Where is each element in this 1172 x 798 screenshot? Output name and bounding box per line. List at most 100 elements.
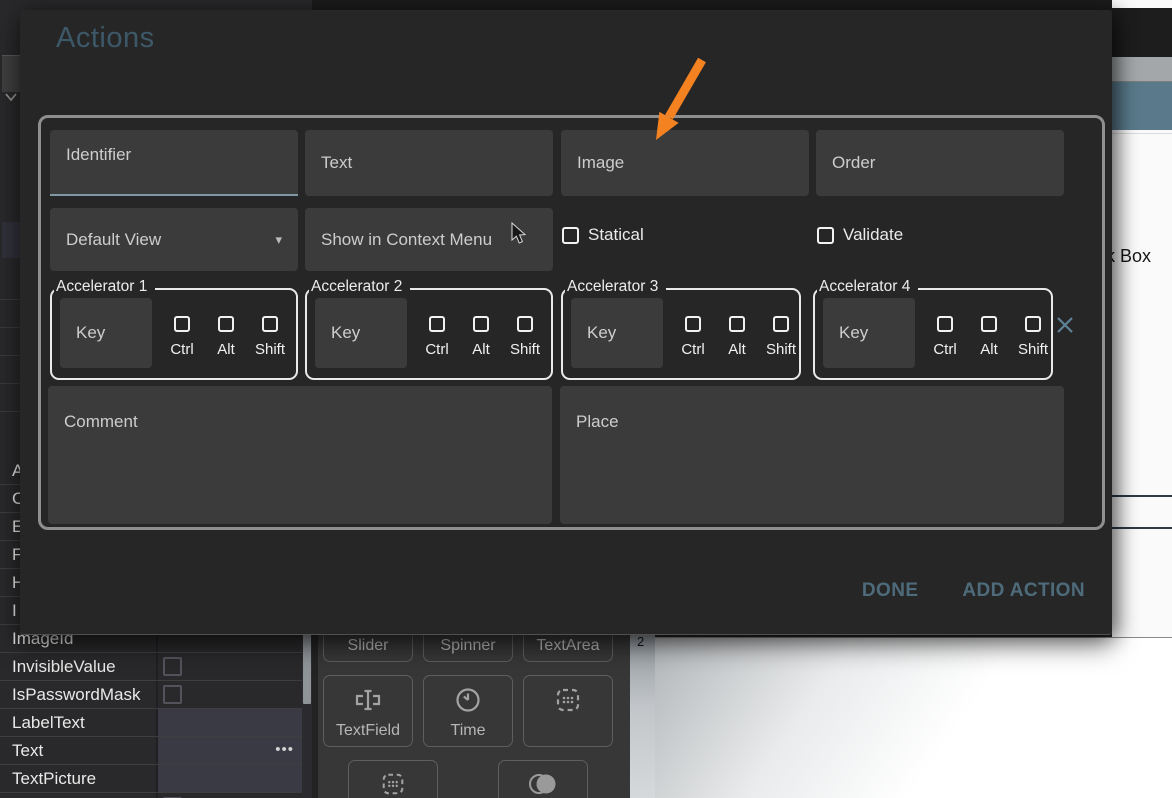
ctrl-label: Ctrl: [681, 341, 704, 358]
ctrl-checkbox[interactable]: Ctrl: [921, 316, 969, 358]
property-value-cell[interactable]: [156, 793, 302, 798]
alt-checkbox[interactable]: Alt: [202, 316, 250, 358]
statical-checkbox[interactable]: Statical: [562, 225, 644, 245]
key-field[interactable]: Key: [315, 298, 407, 368]
property-value-cell[interactable]: •••: [156, 737, 302, 764]
checkbox-icon: [685, 316, 701, 332]
property-value-cell[interactable]: [156, 681, 302, 708]
add-action-button[interactable]: ADD ACTION: [962, 580, 1085, 602]
alt-checkbox[interactable]: Alt: [457, 316, 505, 358]
key-placeholder: Key: [823, 323, 868, 343]
accelerator-group-1: Accelerator 1 Key Ctrl Alt Shift: [50, 288, 298, 380]
checkbox-icon: [218, 316, 234, 332]
text-placeholder: Text: [305, 153, 352, 173]
dialog-title: Actions: [56, 22, 155, 55]
ctrl-checkbox[interactable]: Ctrl: [669, 316, 717, 358]
shift-label: Shift: [766, 341, 796, 358]
remove-action-button[interactable]: [1054, 314, 1076, 336]
checkbox-icon: [729, 316, 745, 332]
statical-label: Statical: [588, 225, 644, 245]
ctrl-label: Ctrl: [425, 341, 448, 358]
ctrl-checkbox[interactable]: Ctrl: [158, 316, 206, 358]
toolbox-item-bottom-left[interactable]: [348, 760, 438, 798]
key-field[interactable]: Key: [571, 298, 663, 368]
checkbox-icon: [1025, 316, 1041, 332]
action-form-panel: Identifier Text Image Order Default View…: [38, 115, 1105, 530]
ctrl-label: Ctrl: [170, 341, 193, 358]
property-row-clipped[interactable]: Verify: [0, 793, 312, 798]
ellipsis-more-button[interactable]: •••: [275, 737, 294, 762]
property-row-text[interactable]: Text •••: [0, 737, 312, 765]
property-value-cell[interactable]: [156, 765, 302, 792]
checkbox-icon: [773, 316, 789, 332]
toolbox-item-time[interactable]: Time: [423, 675, 513, 747]
scrollbar-thumb[interactable]: [303, 629, 311, 704]
clock-icon: [424, 686, 512, 714]
chevron-down-icon: ▾: [275, 232, 282, 248]
accelerator-group-4: Accelerator 4 Key Ctrl Alt Shift: [813, 288, 1053, 380]
ctrl-label: Ctrl: [933, 341, 956, 358]
property-row-ispasswordmask[interactable]: IsPasswordMask: [0, 681, 312, 709]
toolbox-item-toolbar[interactable]: [523, 675, 613, 747]
property-label: LabelText: [12, 709, 85, 736]
checkbox-icon: [473, 316, 489, 332]
done-button[interactable]: DONE: [862, 580, 919, 602]
toolbox-item-label: TextArea: [524, 637, 612, 655]
accelerator-legend: Accelerator 1: [54, 278, 155, 296]
property-label: IsPasswordMask: [12, 681, 140, 708]
checkbox-icon: [817, 227, 834, 244]
alt-checkbox[interactable]: Alt: [713, 316, 761, 358]
property-label: Text: [12, 737, 43, 764]
validate-checkbox[interactable]: Validate: [817, 225, 903, 245]
checkbox-icon: [562, 227, 579, 244]
ctrl-checkbox[interactable]: Ctrl: [413, 316, 461, 358]
shift-checkbox[interactable]: Shift: [501, 316, 549, 358]
checkbox-icon[interactable]: [163, 685, 182, 704]
chevron-down-icon[interactable]: [3, 90, 19, 104]
accelerator-group-3: Accelerator 3 Key Ctrl Alt Shift: [561, 288, 801, 380]
property-row-textpicture[interactable]: TextPicture: [0, 765, 312, 793]
property-label: I: [12, 597, 17, 624]
close-icon: [1054, 314, 1076, 336]
canvas-page[interactable]: [655, 637, 1172, 798]
properties-scrollbar[interactable]: [302, 619, 312, 798]
toolbox-item-label: Slider: [324, 637, 412, 655]
actions-dialog: Actions Identifier Text Image Order Defa…: [20, 10, 1112, 635]
alt-label: Alt: [980, 341, 998, 358]
key-field[interactable]: Key: [823, 298, 915, 368]
property-row-invisiblevalue[interactable]: InvisibleValue: [0, 653, 312, 681]
accelerator-legend: Accelerator 3: [565, 278, 666, 296]
line-number: 2: [637, 634, 644, 649]
property-value-cell[interactable]: [156, 653, 302, 680]
shift-checkbox[interactable]: Shift: [757, 316, 805, 358]
alt-checkbox[interactable]: Alt: [965, 316, 1013, 358]
shift-label: Shift: [255, 341, 285, 358]
place-field[interactable]: Place: [560, 386, 1064, 524]
text-field[interactable]: Text: [305, 130, 553, 196]
comment-field[interactable]: Comment: [48, 386, 552, 524]
comment-placeholder: Comment: [48, 386, 138, 432]
toggle-circle-icon: [499, 771, 587, 797]
window-dark-block: [1112, 8, 1172, 57]
clipped-checkbox-text: k Box: [1112, 246, 1151, 267]
order-field[interactable]: Order: [816, 130, 1064, 196]
window-header-bar: [1112, 82, 1172, 130]
view-dropdown[interactable]: Default View ▾: [50, 208, 298, 271]
key-placeholder: Key: [60, 323, 105, 343]
view-dropdown-value: Default View: [50, 230, 161, 250]
shift-checkbox[interactable]: Shift: [246, 316, 294, 358]
toolbox-panel: Slider Spinner TextArea TextField: [318, 612, 630, 798]
property-row-labeltext[interactable]: LabelText: [0, 709, 312, 737]
key-field[interactable]: Key: [60, 298, 152, 368]
identifier-field[interactable]: Identifier: [50, 130, 298, 196]
checkbox-icon[interactable]: [163, 657, 182, 676]
checkbox-icon: [981, 316, 997, 332]
toolbox-item-bottom-right[interactable]: [498, 760, 588, 798]
shift-label: Shift: [510, 341, 540, 358]
toolbox-item-textfield[interactable]: TextField: [323, 675, 413, 747]
property-value-cell[interactable]: [156, 709, 302, 736]
toolbox-item-label: TextField: [324, 722, 412, 740]
alt-label: Alt: [217, 341, 235, 358]
dialog-actions: DONE ADD ACTION: [862, 580, 1085, 602]
shift-checkbox[interactable]: Shift: [1009, 316, 1057, 358]
